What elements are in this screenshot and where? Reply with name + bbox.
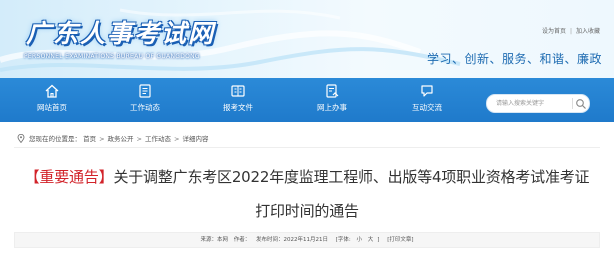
nav-label-interaction: 互动交流 xyxy=(412,103,442,112)
breadcrumb-work-news[interactable]: 工作动态 xyxy=(145,135,171,143)
breadcrumb-separator: > xyxy=(136,135,142,143)
nav-label-home: 网站首页 xyxy=(37,103,67,112)
set-homepage-link[interactable]: 设为首页 xyxy=(542,28,566,35)
online-service-icon xyxy=(326,84,339,98)
search-icon[interactable] xyxy=(575,98,587,110)
article-tag: 【重要通告】 xyxy=(24,168,114,186)
nav-item-work-news[interactable]: 工作动态 xyxy=(115,78,175,122)
breadcrumb-separator: > xyxy=(173,135,180,143)
nav-label-online-service: 网上办事 xyxy=(317,103,347,112)
header-slogan: 学习、创新、服务、和谐、廉政 xyxy=(426,52,602,66)
nav-label-exam-documents: 报考文件 xyxy=(223,103,253,112)
search-input[interactable] xyxy=(496,95,570,112)
chat-icon xyxy=(421,85,433,97)
breadcrumb: 您现在的位置是： 首页 > 政务公开 > 工作动态 > 详细内容 xyxy=(17,133,208,143)
font-size-control: [字体: 小 大] xyxy=(334,237,382,243)
article-meta-bar: 来源：本网 作者： 发布时间：2022年11月21日 [字体: 小 大] [打印… xyxy=(14,232,600,248)
article-date: 发布时间：2022年11月21日 xyxy=(256,237,329,243)
breadcrumb-current: 详细内容 xyxy=(182,135,209,143)
breadcrumb-divider xyxy=(14,147,600,148)
site-logo-title[interactable]: 广东人事考试网 xyxy=(26,14,215,50)
article-author: 作者： xyxy=(233,237,251,243)
nav-item-exam-documents[interactable]: 报考文件 xyxy=(208,78,268,122)
font-label: [字体: xyxy=(335,237,351,243)
breadcrumb-home[interactable]: 首页 xyxy=(83,135,96,143)
breadcrumb-public-affairs[interactable]: 政务公开 xyxy=(108,135,134,143)
font-large-button[interactable]: 大 xyxy=(368,237,374,243)
search-box xyxy=(486,94,590,113)
nav-item-interaction[interactable]: 互动交流 xyxy=(397,78,457,122)
breadcrumb-prefix: 您现在的位置是： xyxy=(29,135,81,143)
article-title-text: 关于调整广东考区2022年度监理工程师、出版等4项职业资格考试准考证 xyxy=(113,168,590,186)
font-small-button[interactable]: 小 xyxy=(357,237,363,243)
nav-item-home[interactable]: 网站首页 xyxy=(22,78,82,122)
search-divider xyxy=(572,98,573,109)
article-title-line2: 打印时间的通告 xyxy=(255,202,359,220)
location-pin-icon xyxy=(17,134,25,143)
font-label-close: ] xyxy=(377,237,380,243)
article-source: 来源：本网 xyxy=(200,237,228,243)
article-title-line1: 【重要通告】关于调整广东考区2022年度监理工程师、出版等4项职业资格考试准考证 xyxy=(20,166,594,187)
site-header: 广东人事考试网 PERSONNEL EXAMINATIONS BUREAU OF… xyxy=(0,0,614,78)
site-logo-subtitle: PERSONNEL EXAMINATIONS BUREAU OF GUANGDO… xyxy=(24,53,200,60)
nav-item-online-service[interactable]: 网上办事 xyxy=(302,78,362,122)
nav-label-work-news: 工作动态 xyxy=(130,103,160,112)
document-icon xyxy=(231,85,245,97)
breadcrumb-separator: > xyxy=(99,135,105,143)
print-article-button[interactable]: [打印文章] xyxy=(387,237,413,243)
add-favorite-link[interactable]: 加入收藏 xyxy=(576,28,600,35)
news-icon xyxy=(139,84,151,98)
home-icon xyxy=(45,84,59,98)
top-links: 设为首页 | 加入收藏 xyxy=(541,28,600,35)
